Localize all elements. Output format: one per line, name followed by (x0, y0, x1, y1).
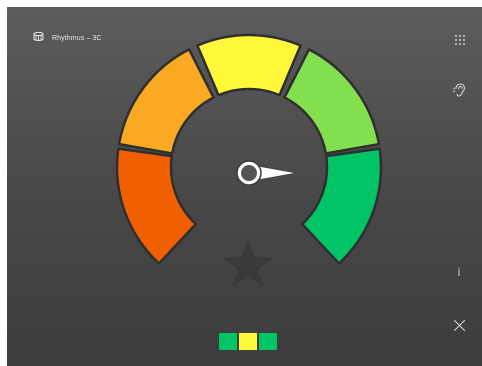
rhythm-gauge (115, 33, 383, 287)
star-icon (223, 240, 273, 287)
gauge-segment-light-green (283, 48, 381, 155)
score-box (259, 333, 277, 350)
app-window: Rhythmus – 3C i (7, 7, 482, 366)
gauge-segment-orange (117, 48, 215, 155)
score-boxes (219, 333, 277, 350)
score-box (239, 333, 257, 350)
score-box (219, 333, 237, 350)
gauge-segment-green (300, 147, 383, 265)
gauge-segment-red-orange (115, 147, 198, 265)
needle-pointer (236, 160, 298, 186)
gauge-segment-yellow (196, 33, 302, 97)
